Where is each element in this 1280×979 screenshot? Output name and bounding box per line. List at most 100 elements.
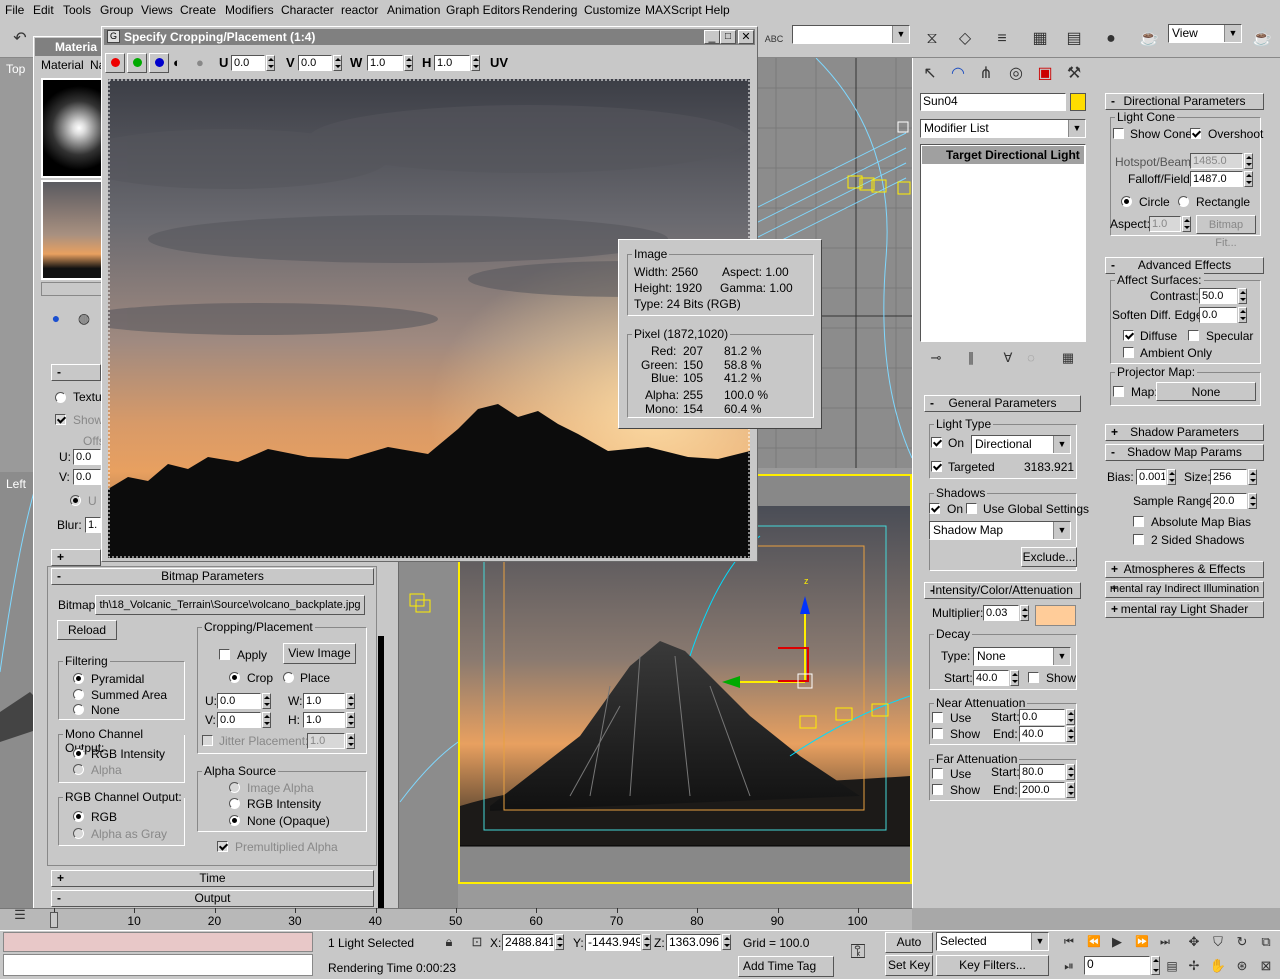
output-rollout-header[interactable]: - Output [51, 890, 374, 907]
none-filter-radio[interactable] [73, 704, 84, 715]
soften-spinner[interactable] [1238, 307, 1247, 323]
menu-help[interactable]: Help [705, 3, 730, 17]
uv-radio[interactable] [70, 495, 81, 506]
general-parameters-header[interactable]: - General Parameters [924, 395, 1081, 412]
mirror-icon[interactable]: ⧖ [920, 27, 944, 51]
menu-file[interactable]: File [5, 3, 24, 17]
z-coordinate-field[interactable]: 1363.096 [666, 934, 721, 951]
contrast-field[interactable]: 50.0 [1199, 288, 1237, 304]
falloff-spinner[interactable] [1244, 171, 1253, 187]
far-start-spinner[interactable] [1066, 764, 1075, 780]
u-crop-field[interactable]: 0.0 [231, 55, 265, 71]
menu-views[interactable]: Views [141, 3, 173, 17]
play-icon[interactable]: ▶ [1105, 930, 1129, 954]
crop-u-field[interactable]: 0.0 [217, 693, 261, 709]
crop-u-spinner[interactable] [262, 693, 271, 709]
pick-material-icon[interactable]: ◍ [72, 306, 96, 330]
coordinates-rollout-header[interactable]: - [51, 364, 101, 381]
size-field[interactable]: 256 [1210, 469, 1247, 485]
track-bar-icon[interactable]: ☰ [8, 903, 32, 927]
y-coordinate-field[interactable]: -1443.949 [585, 934, 641, 951]
diffuse-checkbox[interactable] [1123, 330, 1134, 341]
falloff-field[interactable]: 1487.0 [1190, 171, 1243, 187]
shadow-parameters-header[interactable]: + Shadow Parameters [1105, 424, 1264, 441]
next-frame-icon[interactable]: ⏩ [1130, 930, 1154, 954]
exclude-button[interactable]: Exclude... [1021, 547, 1077, 567]
close-button[interactable]: ✕ [738, 30, 754, 44]
menu-animation[interactable]: Animation [387, 3, 440, 17]
display-tab-icon[interactable]: ▣ [1033, 62, 1057, 86]
maxscript-listener[interactable] [3, 932, 313, 952]
utilities-tab-icon[interactable]: ⚒ [1062, 62, 1086, 86]
directional-parameters-header[interactable]: - Directional Parameters [1105, 93, 1264, 110]
decay-start-field[interactable]: 40.0 [973, 670, 1009, 686]
quick-render-icon[interactable]: ☕ [1250, 27, 1274, 51]
far-start-field[interactable]: 80.0 [1019, 764, 1065, 780]
selected-set-dropdown[interactable]: Selected [936, 932, 1049, 951]
hotspot-spinner[interactable] [1244, 153, 1253, 169]
maxscript-input[interactable] [3, 954, 313, 976]
contrast-spinner[interactable] [1238, 288, 1247, 304]
mental-ray-shader-header[interactable]: + mental ray Light Shader [1105, 601, 1264, 618]
abc-icon[interactable]: ABC [762, 27, 786, 51]
view-image-button[interactable]: View Image [283, 643, 356, 664]
rgb-radio[interactable] [73, 811, 84, 822]
light-on-checkbox[interactable] [931, 437, 942, 448]
decay-type-dropdown[interactable]: None [973, 647, 1071, 666]
make-unique-icon[interactable]: ∀ [996, 346, 1020, 370]
current-frame-field[interactable]: 0 [1084, 956, 1150, 975]
noise-rollout-header[interactable]: + [51, 549, 101, 566]
get-material-icon[interactable]: ● [44, 306, 68, 330]
alpha-mono-radio[interactable] [73, 764, 84, 775]
jitter-spinner[interactable] [346, 733, 355, 749]
far-end-field[interactable]: 200.0 [1019, 782, 1065, 798]
near-start-spinner[interactable] [1066, 709, 1075, 725]
menu-create[interactable]: Create [180, 3, 216, 17]
menu-tools[interactable]: Tools [63, 3, 91, 17]
show-map-checkbox[interactable] [55, 414, 66, 425]
time-rollout-header[interactable]: + Time [51, 870, 374, 887]
hierarchy-tab-icon[interactable]: ⋔ [974, 62, 998, 86]
hand-icon[interactable]: ✋ [1206, 954, 1230, 978]
create-tab-icon[interactable]: ↖ [918, 62, 942, 86]
near-show-checkbox[interactable] [932, 728, 943, 739]
soften-field[interactable]: 0.0 [1199, 307, 1237, 323]
near-use-checkbox[interactable] [932, 712, 943, 723]
mono-icon[interactable]: ◐ [173, 56, 181, 70]
menu-graph-editors[interactable]: Graph Editors [446, 3, 520, 17]
auto-key-button[interactable]: Auto Key [885, 932, 933, 967]
size-spinner[interactable] [1248, 469, 1257, 485]
menu-maxscript[interactable]: MAXScript [645, 3, 702, 17]
far-end-spinner[interactable] [1066, 782, 1075, 798]
circle-radio[interactable] [1121, 196, 1132, 207]
absolute-mode-icon[interactable]: ⊡ [465, 930, 489, 954]
material-editor-titlebar[interactable]: Materia [35, 38, 105, 56]
time-config-icon[interactable]: ▤ [1160, 954, 1184, 978]
curve-editor-icon[interactable]: ▦ [1028, 27, 1052, 51]
bitmap-path-button[interactable]: th\18_Volcanic_Terrain\Source\volcano_ba… [95, 595, 365, 615]
add-time-tag-button[interactable]: Add Time Tag [738, 956, 834, 977]
mental-ray-indirect-header[interactable]: + mental ray Indirect Illumination [1105, 581, 1264, 598]
aspect-field[interactable]: 1.0 [1149, 216, 1181, 232]
menu-modifiers[interactable]: Modifiers [225, 3, 274, 17]
crop-v-spinner[interactable] [262, 712, 271, 728]
summed-area-radio[interactable] [73, 689, 84, 700]
targeted-checkbox[interactable] [931, 461, 942, 472]
intensity-color-attenuation-header[interactable]: - Intensity/Color/Attenuation [924, 582, 1081, 599]
z-spinner[interactable] [722, 934, 731, 950]
maximize-viewport-icon[interactable]: ⧉ [1254, 930, 1278, 954]
material-editor-icon[interactable]: ● [1099, 27, 1123, 51]
configure-sets-icon[interactable]: ▦ [1056, 346, 1080, 370]
crop-h-spinner[interactable] [346, 712, 355, 728]
shadow-on-checkbox[interactable] [929, 503, 940, 514]
pyramidal-radio[interactable] [73, 673, 84, 684]
remove-modifier-icon[interactable]: ◌ [1019, 346, 1043, 370]
bias-spinner[interactable] [1167, 469, 1176, 485]
apply-checkbox[interactable] [219, 649, 230, 660]
key-mode-icon[interactable]: ⏯ [1057, 954, 1081, 978]
schematic-icon[interactable]: ▤ [1062, 27, 1086, 51]
projector-map-button[interactable]: None [1156, 382, 1256, 401]
uv-toggle-label[interactable]: UV [490, 56, 508, 70]
place-radio[interactable] [283, 672, 294, 683]
light-color-swatch[interactable] [1035, 605, 1076, 626]
